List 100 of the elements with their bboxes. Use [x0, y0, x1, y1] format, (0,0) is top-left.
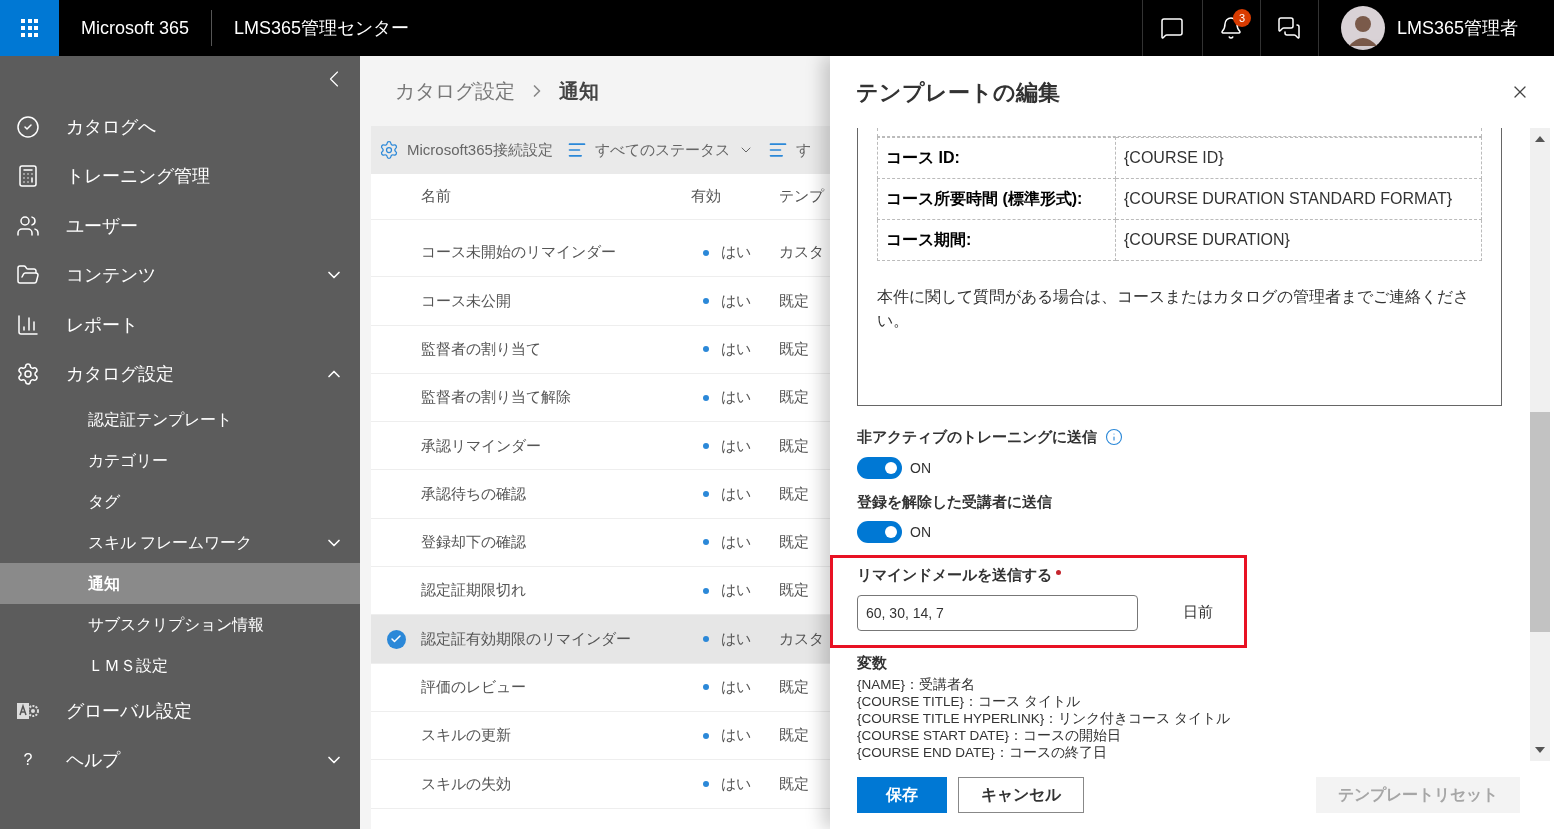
avatar[interactable]: [1340, 6, 1385, 50]
info-icon[interactable]: [1105, 428, 1123, 447]
table-cell-text: 既定: [779, 677, 809, 698]
table-cell: コース期間:: [877, 219, 1116, 261]
table-row[interactable]: 認定証有効期限のリマインダー はい カスタ: [371, 615, 830, 664]
table-cell-text: 承認リマインダー: [421, 435, 542, 456]
table-cell-text: スキルの更新: [421, 725, 512, 746]
variable-line: {COURSE TITLE HYPERLINK}：リンク付きコース タイトル: [857, 710, 1232, 727]
panel-title: テンプレートの編集: [856, 78, 1060, 107]
sidebar-item[interactable]: グローバル設定: [0, 686, 360, 736]
app-launcher-button[interactable]: [0, 0, 59, 56]
table-cell-text: はい: [721, 677, 751, 698]
email-editor[interactable]: コース ID: {COURSE ID} コース所要時間 (標準形式): {COURSE DURATION STANDARD FORMAT} コース期間: {COURSE DURATION} 本件に関して質問がある場合は、コースまたはカタログの管理者までご連絡ください。: [857, 128, 1502, 406]
sidebar-item-label: カタログ設定: [66, 363, 174, 387]
scrollbar[interactable]: [1530, 128, 1550, 761]
column-header[interactable]: 名前: [371, 185, 691, 208]
table-cell: {COURSE DURATION STANDARD FORMAT}: [1115, 178, 1482, 220]
sidebar-item[interactable]: レポート: [0, 300, 360, 350]
settings-icon: [379, 140, 399, 160]
sidebar-item-label: カタログへ: [66, 115, 156, 139]
users-icon: [16, 213, 40, 238]
table-cell-text: 既定: [779, 773, 809, 794]
table-cell-text: はい: [721, 387, 751, 408]
table-cell-text: はい: [721, 725, 751, 746]
table-cell-text: 監督者の割り当て: [421, 339, 542, 359]
input-field[interactable]: 60, 30, 14, 7: [857, 594, 1138, 631]
table-cell-text: コース未公開: [421, 290, 512, 311]
sidebar-item[interactable]: カタログ設定: [0, 349, 360, 399]
cancel-button[interactable]: キャンセル: [958, 777, 1084, 813]
notification-icon[interactable]: [1219, 16, 1244, 40]
sidebar-subitem[interactable]: スキル フレームワーク: [0, 522, 360, 563]
table-cell-text: はい: [721, 290, 751, 311]
settings-icon: [16, 362, 40, 387]
table-cell-text: コース未開始のリマインダー: [421, 242, 617, 263]
table-cell-text: 認定証期限切れ: [421, 580, 527, 601]
sidebar-item[interactable]: ? ヘルプ: [0, 735, 360, 785]
sidebar-subitem-label: ＬＭＳ設定: [88, 655, 168, 676]
table-cell: コース所要時間 (標準形式):: [877, 178, 1116, 220]
table-cell-text: 評価のレビュー: [421, 677, 527, 698]
scroll-thumb[interactable]: [1530, 412, 1550, 632]
table-cell-text: 既定: [779, 580, 809, 601]
scroll-up-icon[interactable]: [1535, 136, 1545, 142]
sidebar-item-label: コンテンツ: [66, 264, 156, 288]
save-button[interactable]: 保存: [857, 777, 947, 813]
sidebar-item-label: トレーニング管理: [66, 165, 210, 189]
table-cell-text: 既定: [779, 387, 809, 408]
email-paragraph: 本件に関して質問がある場合は、コースまたはカタログの管理者までご連絡ください。: [877, 287, 1470, 331]
sidebar-item-label: グローバル設定: [66, 699, 192, 723]
field-label: リマインドメールを送信する: [857, 565, 1052, 585]
toolbar-button[interactable]: Microsoft365接続設定: [379, 138, 553, 162]
calculator-icon: [16, 164, 40, 189]
variable-line: {COURSE END DATE}：コースの終了日: [857, 744, 1108, 761]
variable-line: {COURSE TITLE}：コース タイトル: [857, 693, 1081, 710]
sidebar-subitem[interactable]: 認定証テンプレート: [0, 399, 360, 440]
table-cell-text: はい: [721, 628, 751, 649]
variables-title: 変数: [857, 652, 888, 673]
sidebar-subitem[interactable]: カテゴリー: [0, 440, 360, 481]
table-cell-text: カスタ: [779, 242, 824, 263]
feedback-icon[interactable]: [1277, 16, 1302, 40]
toggle-state-text: ON: [910, 523, 931, 542]
sidebar-subitem-label: 通知: [88, 573, 120, 594]
column-header[interactable]: 有効: [691, 185, 779, 208]
toggle-switch[interactable]: [857, 521, 902, 543]
sidebar-subitem-label: 認定証テンプレート: [88, 409, 232, 430]
table-cell-text: スキルの失効: [421, 773, 512, 794]
table-cell-text: 既定: [779, 290, 809, 311]
toggle-label: 登録を解除した受講者に送信: [857, 491, 1052, 512]
table-cell-text: はい: [721, 435, 751, 456]
sidebar-subitem[interactable]: 通知: [0, 563, 360, 604]
user-name[interactable]: LMS365管理者: [1396, 14, 1518, 42]
toolbar-button[interactable]: すべてのステータス: [566, 138, 754, 162]
scroll-down-icon[interactable]: [1535, 747, 1545, 753]
sidebar-item[interactable]: コンテンツ: [0, 250, 360, 300]
sidebar-item-label: レポート: [66, 313, 138, 337]
column-header[interactable]: テンプ: [779, 185, 824, 208]
sidebar-subitem[interactable]: ＬＭＳ設定: [0, 645, 360, 686]
toggle-switch[interactable]: [857, 456, 902, 479]
table-cell-text: 既定: [779, 532, 809, 553]
breadcrumb-link[interactable]: カタログ設定: [395, 77, 515, 105]
sidebar-subitem[interactable]: サブスクリプション情報: [0, 604, 360, 645]
sidebar-item-label: ユーザー: [66, 214, 138, 238]
sidebar-item[interactable]: カタログへ: [0, 102, 360, 152]
table-cell-text: 既定: [779, 725, 809, 746]
sidebar-item[interactable]: ユーザー: [0, 201, 360, 251]
app-name[interactable]: Microsoft 365: [59, 14, 212, 42]
table-cell-text: 既定: [779, 435, 809, 456]
table-cell-text: 既定: [779, 483, 809, 504]
breadcrumb-current: 通知: [559, 79, 599, 104]
chat-icon[interactable]: [1160, 16, 1185, 40]
table-cell-text: 承認待ちの確認: [421, 483, 527, 504]
table-cell-text: はい: [721, 483, 751, 504]
sidebar-subitem-label: タグ: [88, 491, 120, 512]
table-cell-text: はい: [721, 532, 751, 553]
sidebar-subitem[interactable]: タグ: [0, 481, 360, 522]
table-cell-text: はい: [721, 580, 751, 601]
toolbar-button[interactable]: す: [767, 138, 811, 162]
sidebar-item[interactable]: トレーニング管理: [0, 151, 360, 201]
table-cell-text: 登録却下の確認: [421, 532, 527, 553]
table-cell: コース ID:: [877, 137, 1116, 179]
table-cell-text: 認定証有効期限のリマインダー: [421, 628, 632, 649]
